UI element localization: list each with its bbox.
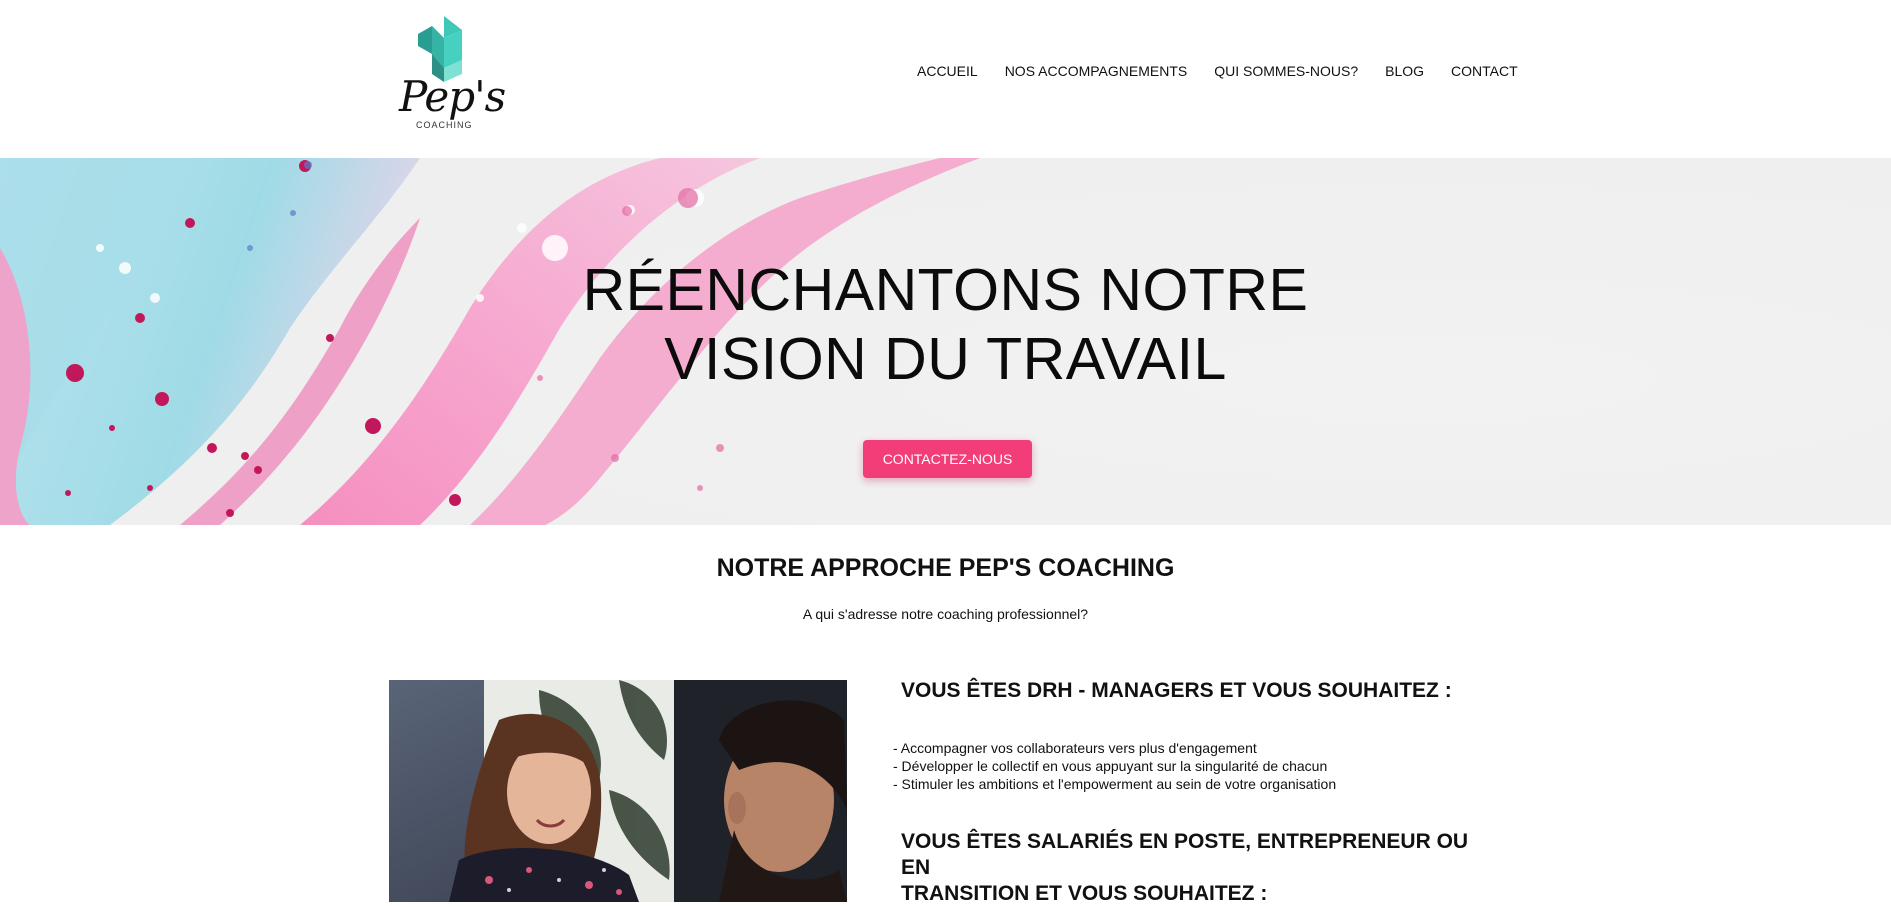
nav-item-accueil[interactable]: ACCUEIL	[917, 63, 978, 79]
contact-us-button[interactable]: CONTACTEZ-NOUS	[863, 440, 1032, 478]
audience-heading-drh: VOUS ÊTES DRH - MANAGERS ET VOUS SOUHAIT…	[901, 679, 1452, 702]
list-item: - Accompagner vos collaborateurs vers pl…	[893, 740, 1257, 756]
nav-item-contact[interactable]: CONTACT	[1451, 63, 1518, 79]
main-nav: ACCUEIL NOS ACCOMPAGNEMENTS QUI SOMMES-N…	[917, 63, 1518, 79]
list-item: - Stimuler les ambitions et l'empowermen…	[893, 776, 1337, 792]
hero-title-line-2: VISION DU TRAVAIL	[664, 326, 1227, 392]
audience-benefits-list: - Accompagner vos collaborateurs vers pl…	[893, 739, 1336, 793]
audience-heading-salaries-line-2: TRANSITION ET VOUS SOUHAITEZ :	[901, 882, 1268, 905]
nav-item-nos-accompagnements[interactable]: NOS ACCOMPAGNEMENTS	[1005, 63, 1188, 79]
hero-title-line-1: RÉENCHANTONS NOTRE	[582, 257, 1309, 323]
nav-item-blog[interactable]: BLOG	[1385, 63, 1424, 79]
site-header: Pep's COACHING ACCUEIL NOS ACCOMPAGNEMEN…	[0, 0, 1891, 158]
logo-wordmark: Pep's	[399, 72, 506, 121]
audience-heading-salaries: VOUS ÊTES SALARIÉS EN POSTE, ENTREPRENEU…	[901, 829, 1501, 907]
section-title: NOTRE APPROCHE PEP'S COACHING	[716, 554, 1175, 582]
logo-tagline: COACHING	[416, 120, 473, 130]
list-item: - Développer le collectif en vous appuya…	[893, 758, 1328, 774]
coaching-photo-image	[389, 680, 847, 902]
hero-banner: RÉENCHANTONS NOTRE VISION DU TRAVAIL CON…	[0, 158, 1891, 525]
section-subtitle: A qui s'adresse notre coaching professio…	[802, 606, 1089, 622]
audience-heading-salaries-line-1: VOUS ÊTES SALARIÉS EN POSTE, ENTREPRENEU…	[901, 830, 1469, 879]
nav-item-qui-sommes-nous[interactable]: QUI SOMMES-NOUS?	[1214, 63, 1358, 79]
hero-title: RÉENCHANTONS NOTRE VISION DU TRAVAIL	[0, 256, 1891, 394]
site-logo[interactable]: Pep's COACHING	[396, 16, 506, 134]
coaching-photo	[389, 680, 847, 902]
